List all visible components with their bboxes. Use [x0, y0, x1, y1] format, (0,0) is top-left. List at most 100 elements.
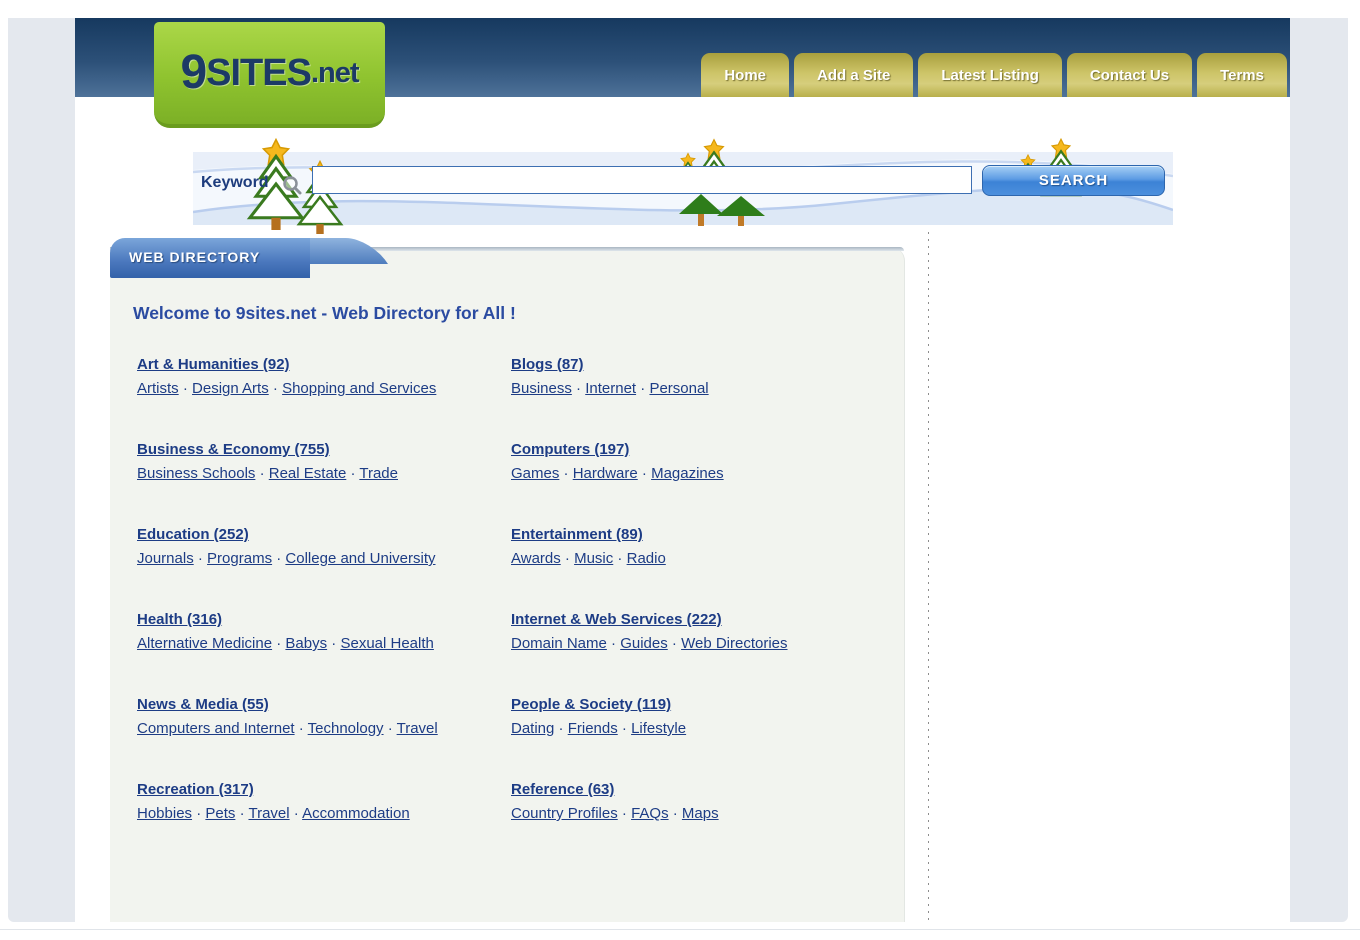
category-title-link[interactable]: Business & Economy (755) — [137, 441, 330, 458]
subcategory-link[interactable]: Pets — [205, 805, 235, 822]
category-links: Games · Hardware · Magazines — [511, 462, 873, 486]
keyword-label: Keyword — [201, 174, 269, 192]
directory-panel: Welcome to 9sites.net - Web Directory fo… — [110, 247, 905, 922]
nav-tab[interactable]: Terms — [1197, 53, 1287, 97]
subcategory-link[interactable]: Business — [511, 380, 572, 397]
subcategory-link[interactable]: Dating — [511, 720, 554, 737]
category-links: Hobbies · Pets · Travel · Accommodation — [137, 802, 499, 826]
category-links: Artists · Design Arts · Shopping and Ser… — [137, 377, 499, 401]
vertical-dotted-separator — [928, 232, 929, 920]
subcategory-link[interactable]: Real Estate — [269, 465, 347, 482]
subcategory-link[interactable]: Journals — [137, 550, 194, 567]
link-separator: · — [290, 805, 303, 822]
category-block: Art & Humanities (92) Artists · Design A… — [137, 353, 499, 401]
subcategory-link[interactable]: Computers and Internet — [137, 720, 295, 737]
subcategory-link[interactable]: Artists — [137, 380, 179, 397]
web-directory-tab-label: WEB DIRECTORY — [129, 249, 260, 265]
category-links: Business · Internet · Personal — [511, 377, 873, 401]
subcategory-link[interactable]: Business Schools — [137, 465, 255, 482]
subcategory-link[interactable]: Domain Name — [511, 635, 607, 652]
subcategory-link[interactable]: Hobbies — [137, 805, 192, 822]
category-title-link[interactable]: Computers (197) — [511, 441, 629, 458]
link-separator: · — [636, 380, 649, 397]
link-separator: · — [255, 465, 268, 482]
search-icon — [281, 174, 303, 201]
subcategory-link[interactable]: Technology — [308, 720, 384, 737]
subcategory-link[interactable]: Design Arts — [192, 380, 269, 397]
category-title-link[interactable]: Reference (63) — [511, 781, 614, 798]
subcategory-link[interactable]: Accommodation — [302, 805, 410, 822]
link-separator: · — [668, 635, 681, 652]
subcategory-link[interactable]: Programs — [207, 550, 272, 567]
subcategory-link[interactable]: Country Profiles — [511, 805, 618, 822]
category-title-link[interactable]: Art & Humanities (92) — [137, 356, 290, 373]
subcategory-link[interactable]: Sexual Health — [340, 635, 433, 652]
category-title-link[interactable]: Education (252) — [137, 526, 249, 543]
subcategory-link[interactable]: Babys — [285, 635, 327, 652]
web-directory-tab: WEB DIRECTORY — [110, 238, 400, 278]
category-links: Journals · Programs · College and Univer… — [137, 547, 499, 571]
subcategory-link[interactable]: FAQs — [631, 805, 669, 822]
category-links: Domain Name · Guides · Web Directories — [511, 632, 873, 656]
category-block: Blogs (87) Business · Internet · Persona… — [511, 353, 873, 401]
category-links: Alternative Medicine · Babys · Sexual He… — [137, 632, 499, 656]
category-title-link[interactable]: News & Media (55) — [137, 696, 269, 713]
subcategory-link[interactable]: Personal — [649, 380, 708, 397]
link-separator: · — [179, 380, 192, 397]
category-title-link[interactable]: Entertainment (89) — [511, 526, 643, 543]
link-separator: · — [269, 380, 282, 397]
category-block: Internet & Web Services (222) Domain Nam… — [511, 608, 873, 656]
category-links: Dating · Friends · Lifestyle — [511, 717, 873, 741]
subcategory-link[interactable]: Web Directories — [681, 635, 787, 652]
welcome-heading: Welcome to 9sites.net - Web Directory fo… — [133, 303, 516, 324]
link-separator: · — [554, 720, 567, 737]
subcategory-link[interactable]: Travel — [248, 805, 289, 822]
subcategory-link[interactable]: Guides — [620, 635, 668, 652]
subcategory-link[interactable]: Internet — [585, 380, 636, 397]
category-title-link[interactable]: Internet & Web Services (222) — [511, 611, 722, 628]
category-title-link[interactable]: Recreation (317) — [137, 781, 254, 798]
category-links: Computers and Internet · Technology · Tr… — [137, 717, 499, 741]
subcategory-link[interactable]: Maps — [682, 805, 719, 822]
nav-tab[interactable]: Home — [701, 53, 789, 97]
subcategory-link[interactable]: Hardware — [573, 465, 638, 482]
subcategory-link[interactable]: Radio — [627, 550, 666, 567]
category-title-link[interactable]: Health (316) — [137, 611, 222, 628]
subcategory-link[interactable]: Games — [511, 465, 559, 482]
link-separator: · — [559, 465, 572, 482]
subcategory-link[interactable]: Alternative Medicine — [137, 635, 272, 652]
subcategory-link[interactable]: College and University — [285, 550, 435, 567]
subcategory-link[interactable]: Travel — [397, 720, 438, 737]
category-title-link[interactable]: Blogs (87) — [511, 356, 584, 373]
search-button[interactable]: SEARCH — [982, 165, 1165, 196]
keyword-input[interactable] — [312, 166, 972, 194]
category-links: Country Profiles · FAQs · Maps — [511, 802, 873, 826]
category-block: Entertainment (89) Awards · Music · Radi… — [511, 523, 873, 571]
subcategory-link[interactable]: Music — [574, 550, 613, 567]
link-separator: · — [669, 805, 682, 822]
nav-tab[interactable]: Add a Site — [794, 53, 913, 97]
link-separator: · — [618, 805, 631, 822]
logo-text-net: .net — [311, 59, 359, 88]
subcategory-link[interactable]: Shopping and Services — [282, 380, 436, 397]
link-separator: · — [613, 550, 626, 567]
main-nav: Home Add a Site Latest Listing Contact U… — [701, 53, 1287, 97]
subcategory-link[interactable]: Magazines — [651, 465, 724, 482]
link-separator: · — [272, 550, 285, 567]
category-block: Computers (197) Games · Hardware · Magaz… — [511, 438, 873, 486]
subcategory-link[interactable]: Awards — [511, 550, 561, 567]
link-separator: · — [618, 720, 631, 737]
site-container: 9SITES.net Home Add a Site Latest Listin… — [75, 18, 1290, 922]
subcategory-link[interactable]: Lifestyle — [631, 720, 686, 737]
site-logo[interactable]: 9SITES.net — [154, 22, 385, 128]
subcategory-link[interactable]: Friends — [568, 720, 618, 737]
link-separator: · — [607, 635, 620, 652]
nav-tab[interactable]: Latest Listing — [918, 53, 1062, 97]
nav-tab[interactable]: Contact Us — [1067, 53, 1192, 97]
category-block: Recreation (317) Hobbies · Pets · Travel… — [137, 778, 499, 826]
page-bottom-divider — [0, 929, 1360, 930]
link-separator: · — [561, 550, 574, 567]
category-title-link[interactable]: People & Society (119) — [511, 696, 671, 713]
subcategory-link[interactable]: Trade — [359, 465, 398, 482]
link-separator: · — [384, 720, 397, 737]
